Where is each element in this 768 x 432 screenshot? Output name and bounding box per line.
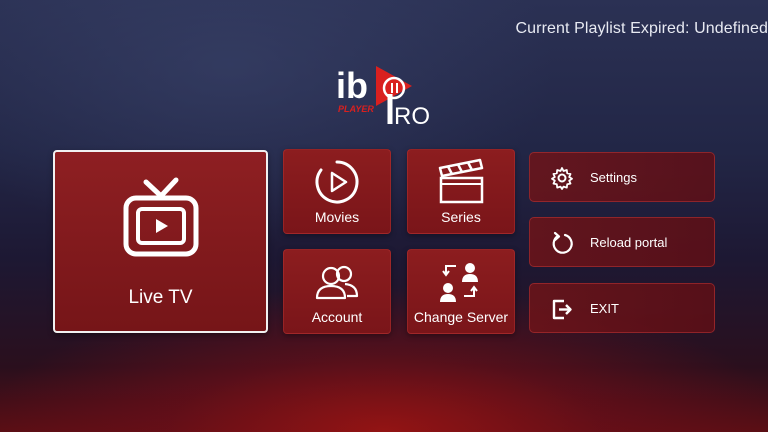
play-circle-icon	[313, 158, 361, 211]
movies-label: Movies	[314, 209, 360, 225]
logo-text-main: ib	[336, 65, 368, 106]
logo-text-sub: PLAYER	[338, 104, 374, 114]
reload-icon	[550, 231, 574, 255]
live-tv-label: Live TV	[128, 287, 193, 308]
gear-icon	[550, 166, 574, 190]
series-tile[interactable]: Series	[407, 149, 515, 234]
movies-tile[interactable]: Movies	[283, 149, 391, 234]
change-server-label: Change Server	[413, 309, 509, 325]
reload-portal-label: Reload portal	[590, 235, 668, 250]
logo-text-pro: RO	[394, 103, 430, 130]
settings-label: Settings	[590, 170, 637, 185]
live-tv-tile[interactable]: Live TV	[53, 150, 268, 333]
app-logo: ib PLAYER RO	[334, 60, 434, 130]
status-text: Current Playlist Expired: Undefined	[515, 20, 768, 37]
settings-button[interactable]: Settings	[529, 152, 715, 202]
account-label: Account	[311, 309, 363, 325]
exit-button[interactable]: EXIT	[529, 283, 715, 333]
change-server-tile[interactable]: Change Server	[407, 249, 515, 334]
clapperboard-icon	[436, 158, 486, 211]
exit-label: EXIT	[590, 301, 619, 316]
swap-users-icon	[436, 258, 486, 311]
logo-play-triangle	[376, 66, 412, 106]
exit-icon	[550, 297, 574, 321]
reload-portal-button[interactable]: Reload portal	[529, 217, 715, 267]
account-tile[interactable]: Account	[283, 249, 391, 334]
series-label: Series	[441, 209, 481, 225]
users-icon	[312, 258, 362, 311]
tv-icon	[116, 172, 206, 267]
